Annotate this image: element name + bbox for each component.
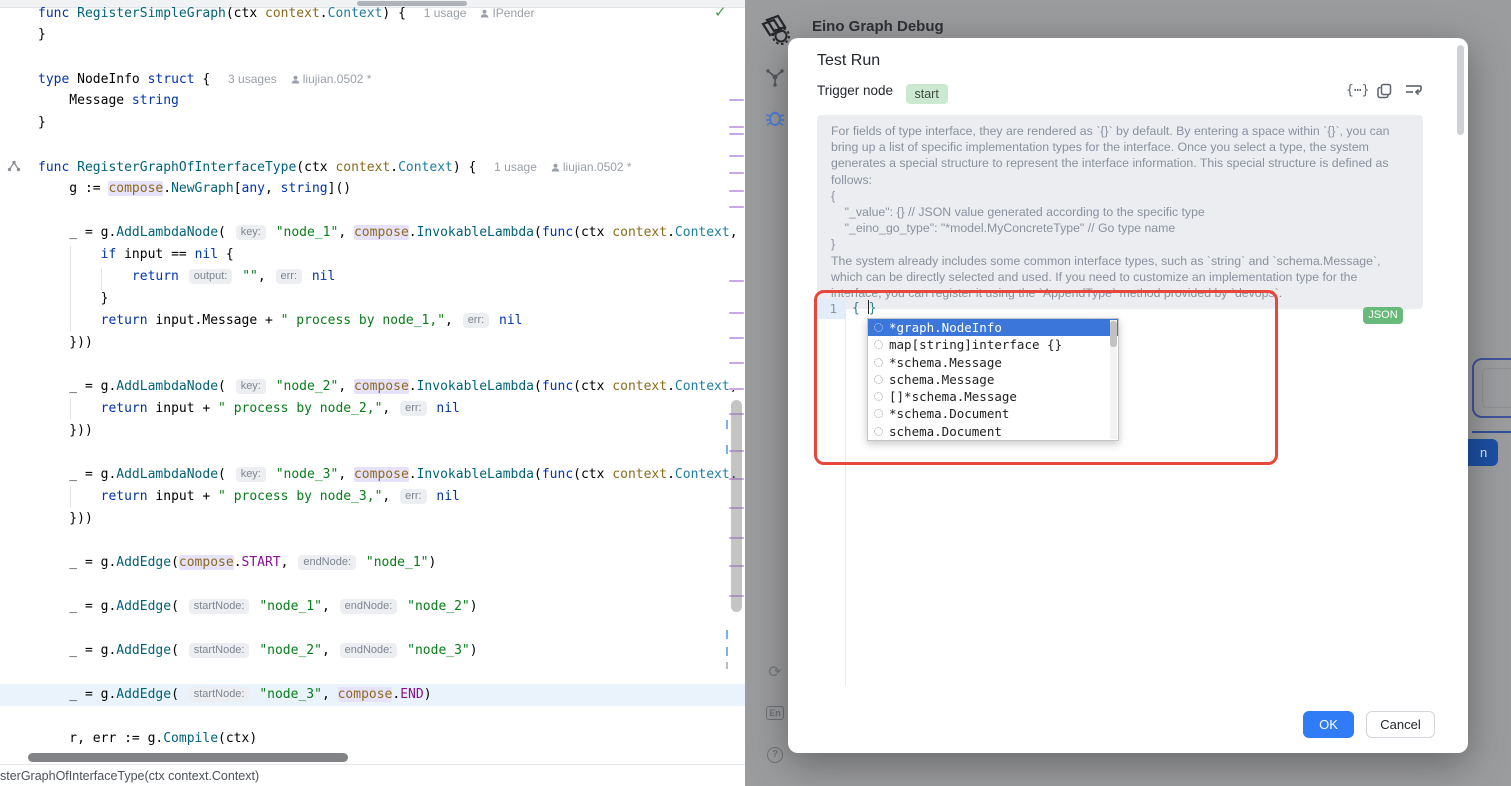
- code-line: g := compose.NewGraph[any, string](): [0, 178, 745, 200]
- type-option-icon: [874, 323, 883, 332]
- indent-guide: [70, 246, 71, 332]
- code-line: }: [0, 288, 745, 310]
- code-line: [0, 706, 745, 728]
- modal-title: Test Run: [817, 52, 880, 70]
- type-option-icon: [874, 358, 883, 367]
- code-line: })): [0, 508, 745, 530]
- dropdown-item[interactable]: []*schema.Message: [868, 388, 1118, 405]
- code-line: })): [0, 332, 745, 354]
- json-code-line: { }: [852, 299, 876, 319]
- dropdown-item-label: *graph.NodeInfo: [889, 320, 1002, 335]
- code-line: if input == nil {: [0, 244, 745, 266]
- code-line: return input.Message + " process by node…: [0, 310, 745, 332]
- editor-vertical-scrollbar[interactable]: [731, 400, 742, 612]
- panel-title: Eino Graph Debug: [812, 18, 944, 35]
- dropdown-item[interactable]: schema.Message: [868, 371, 1118, 388]
- editor-horizontal-scrollbar[interactable]: [28, 753, 348, 762]
- panel-input-fragment[interactable]: [1472, 358, 1511, 418]
- indent-guide: [70, 486, 71, 508]
- code-lines: func RegisterSimpleGraph(ctx context.Con…: [0, 2, 745, 750]
- code-line: type NodeInfo struct { 3 usagesliujian.0…: [0, 68, 745, 90]
- code-line: _ = g.AddEdge( startNode: "node_3", comp…: [0, 684, 745, 706]
- type-option-icon: [874, 392, 883, 401]
- brace-close: }: [869, 301, 877, 316]
- code-line: [0, 618, 745, 640]
- dropdown-item[interactable]: map[string]interface {}: [868, 336, 1118, 353]
- dropdown-item-label: []*schema.Message: [889, 389, 1017, 404]
- json-input-editor[interactable]: 1 { } JSON *graph.NodeInfo map[string]int…: [788, 294, 1458, 688]
- brace-open: {: [852, 301, 868, 316]
- cancel-button[interactable]: Cancel: [1366, 711, 1435, 738]
- json-language-badge: JSON: [1363, 307, 1403, 324]
- dropdown-item-label: *schema.Document: [889, 406, 1009, 421]
- code-line: [0, 442, 745, 464]
- dropdown-item[interactable]: schema.Document: [868, 423, 1118, 440]
- dropdown-item[interactable]: *schema.Document: [868, 405, 1118, 422]
- code-line: }: [0, 112, 745, 134]
- code-line: [0, 662, 745, 684]
- type-option-icon: [874, 427, 883, 436]
- type-suggestion-dropdown: *graph.NodeInfo map[string]interface {} *s…: [867, 318, 1119, 441]
- dropdown-scrollbar[interactable]: [1110, 321, 1117, 347]
- panel-input-inner: [1482, 368, 1511, 408]
- indent-guide: [101, 268, 102, 290]
- code-line: })): [0, 420, 745, 442]
- code-editor[interactable]: func RegisterSimpleGraph(ctx context.Con…: [0, 0, 745, 786]
- editor-horizontal-scroll-track: [0, 750, 745, 764]
- code-line: func RegisterGraphOfInterfaceType(ctx co…: [0, 156, 745, 178]
- screenshot-root: func RegisterSimpleGraph(ctx context.Con…: [0, 0, 1511, 786]
- code-line: return input + " process by node_3,", er…: [0, 486, 745, 508]
- code-line: r, err := g.Compile(ctx): [0, 728, 745, 750]
- code-line: _ = g.AddEdge(compose.START, endNode: "n…: [0, 552, 745, 574]
- code-line: _ = g.AddEdge( startNode: "node_1", endN…: [0, 596, 745, 618]
- test-run-modal: Test Run Trigger node start {⋯} For fiel…: [788, 38, 1468, 753]
- soft-wrap-icon[interactable]: [1405, 83, 1422, 103]
- type-option-icon: [874, 409, 883, 418]
- inspection-ok-icon[interactable]: ✓: [714, 3, 727, 21]
- code-line: func RegisterSimpleGraph(ctx context.Con…: [0, 2, 745, 24]
- dropdown-item-label: map[string]interface {}: [889, 337, 1062, 352]
- code-line: _ = g.AddLambdaNode( key: "node_3", comp…: [0, 464, 745, 486]
- code-line: [0, 46, 745, 68]
- code-line: return input + " process by node_2,", er…: [0, 398, 745, 420]
- modal-scrollbar[interactable]: [1457, 45, 1464, 135]
- code-line: _ = g.AddLambdaNode( key: "node_1", comp…: [0, 222, 745, 244]
- line-number: 1: [816, 299, 845, 319]
- type-option-icon: [874, 340, 883, 349]
- code-line: [0, 200, 745, 222]
- indent-guide: [70, 398, 71, 420]
- copy-icon[interactable]: [1377, 83, 1392, 104]
- format-json-icon[interactable]: {⋯}: [1346, 83, 1369, 98]
- type-option-icon: [874, 375, 883, 384]
- gutter-separator: [845, 294, 846, 686]
- panel-divider-fragment: [1472, 431, 1511, 433]
- code-line: Message string: [0, 90, 745, 112]
- breadcrumb[interactable]: sterGraphOfInterfaceType(ctx context.Con…: [0, 769, 259, 783]
- dropdown-item-label: schema.Message: [889, 372, 994, 387]
- interface-help-text: For fields of type interface, they are r…: [817, 115, 1423, 309]
- code-line: _ = g.AddEdge( startNode: "node_2", endN…: [0, 640, 745, 662]
- code-line: }: [0, 24, 745, 46]
- code-line: [0, 530, 745, 552]
- gutter-graph-icon[interactable]: [6, 159, 22, 178]
- code-line: [0, 134, 745, 156]
- trigger-node-row: Trigger node start: [817, 82, 948, 104]
- code-line: [0, 354, 745, 376]
- trigger-node-label: Trigger node: [817, 83, 893, 98]
- code-line: [0, 574, 745, 596]
- dropdown-item-label: *schema.Message: [889, 355, 1002, 370]
- status-bar: sterGraphOfInterfaceType(ctx context.Con…: [0, 764, 745, 786]
- dropdown-item[interactable]: *graph.NodeInfo: [868, 319, 1118, 336]
- ok-button[interactable]: OK: [1303, 711, 1354, 738]
- trigger-node-badge: start: [906, 84, 948, 104]
- code-line: return output: "", err: nil: [0, 266, 745, 288]
- dropdown-scroll-track: [1110, 320, 1117, 439]
- code-line: _ = g.AddLambdaNode( key: "node_2", comp…: [0, 376, 745, 398]
- help-icon[interactable]: ?: [757, 744, 793, 763]
- dropdown-item[interactable]: *schema.Message: [868, 354, 1118, 371]
- dropdown-item-label: schema.Document: [889, 424, 1002, 439]
